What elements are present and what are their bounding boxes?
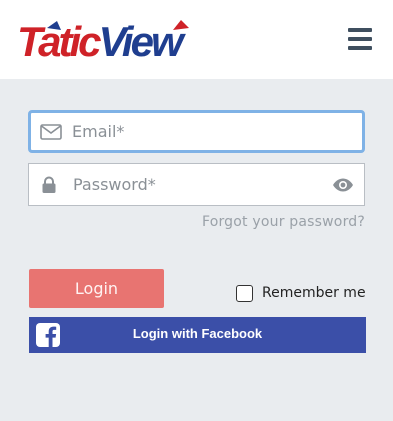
facebook-login-button[interactable]: Login with Facebook — [29, 317, 366, 353]
password-input[interactable] — [73, 164, 323, 205]
email-input[interactable] — [72, 113, 322, 150]
checkbox-box[interactable] — [236, 284, 253, 302]
envelope-icon — [40, 123, 62, 140]
email-field[interactable] — [28, 110, 365, 153]
hamburger-menu-icon[interactable] — [344, 26, 376, 56]
lock-icon — [42, 176, 56, 193]
login-button[interactable]: Login — [29, 269, 164, 308]
facebook-login-label: Login with Facebook — [132, 326, 263, 341]
eye-icon[interactable] — [332, 178, 354, 192]
app-header: TaticView — [0, 0, 393, 79]
remember-me-label: Remember me — [262, 285, 366, 301]
svg-text:TaticView: TaticView — [17, 18, 186, 64]
remember-me-checkbox[interactable]: Remember me — [236, 283, 366, 303]
forgot-password-link[interactable]: Forgot your password? — [202, 214, 365, 230]
taticview-logo[interactable]: TaticView — [17, 18, 197, 64]
password-field[interactable] — [28, 163, 365, 206]
